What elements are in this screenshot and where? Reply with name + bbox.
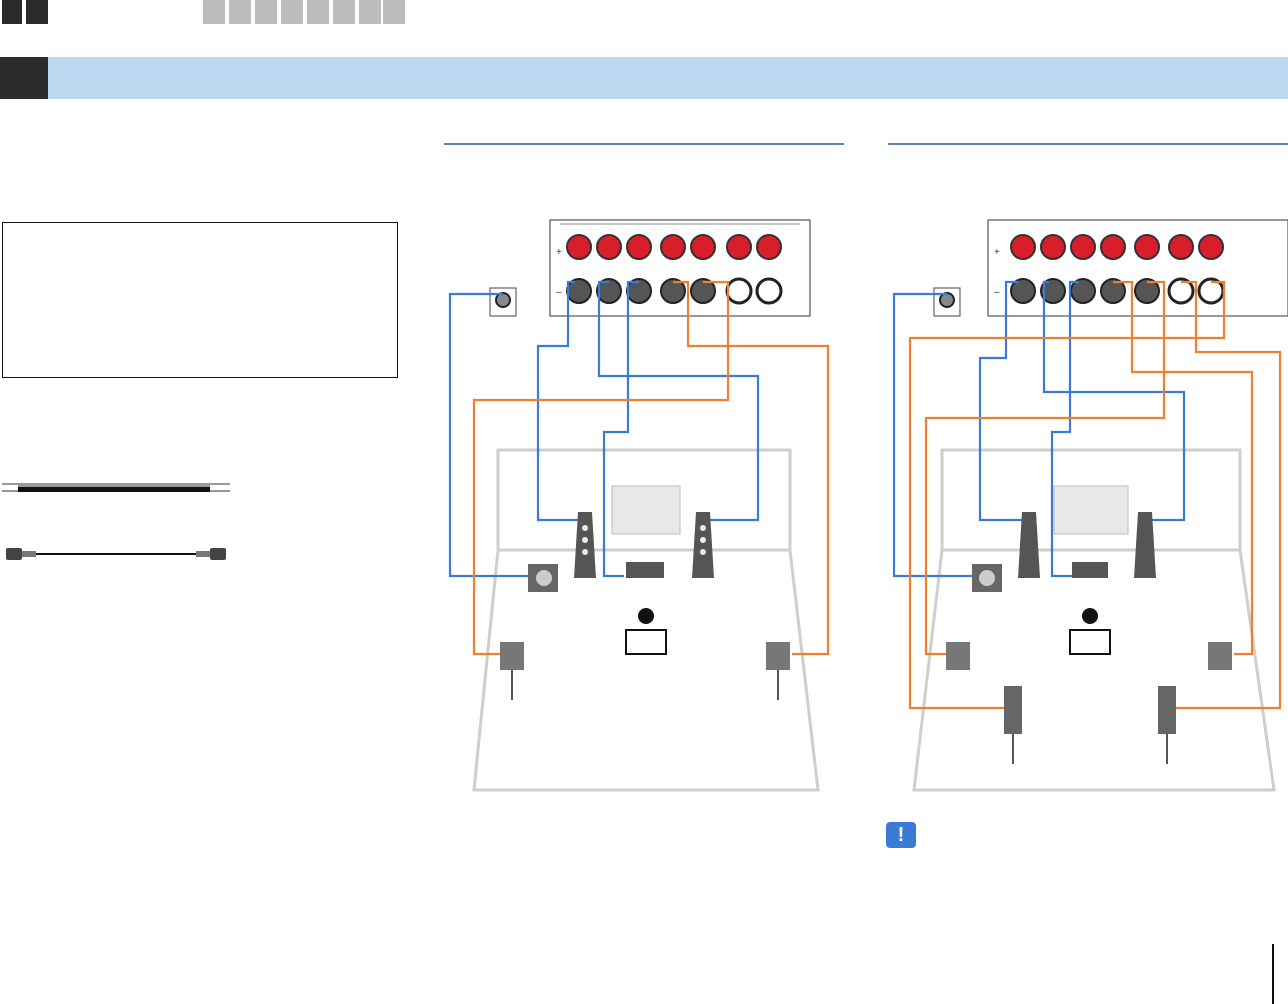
nav-tab-10[interactable]: [383, 0, 405, 24]
exclamation-icon: !: [886, 822, 916, 848]
svg-text:+: +: [556, 247, 562, 258]
nav-tab-3[interactable]: [203, 0, 225, 24]
svg-text:–: –: [556, 287, 562, 298]
left-diagram-heading-rule: [444, 143, 844, 145]
tv-screen: [611, 485, 681, 535]
nav-tab-7[interactable]: [307, 0, 329, 24]
listener-figure: [1069, 608, 1111, 655]
nav-tab-9[interactable]: [359, 0, 381, 24]
amplifier-terminal-panel: + –: [987, 219, 1288, 317]
nav-tab-2[interactable]: [26, 0, 48, 24]
center-speaker: [626, 562, 664, 578]
amplifier-terminal-panel: + –: [549, 219, 811, 317]
note-box: [2, 222, 398, 378]
listener-figure: [625, 608, 667, 655]
svg-text:+: +: [994, 247, 1000, 258]
left-speaker-wiring-diagram: + –: [448, 219, 830, 792]
page-edge-marker: [1272, 944, 1274, 1004]
surround-speaker-wires: [472, 280, 830, 656]
surround-back-speakers: [1004, 686, 1176, 764]
front-speaker-wires: [448, 280, 760, 578]
red-terminals: [566, 234, 782, 260]
tv-screen: [1053, 485, 1129, 535]
nav-tab-1[interactable]: [2, 0, 22, 24]
speaker-cable-illustration: [2, 483, 230, 492]
section-number-block: [0, 57, 48, 99]
nav-tab-8[interactable]: [333, 0, 355, 24]
section-header-band: [0, 57, 1288, 99]
right-diagram-heading-rule: [888, 143, 1288, 145]
nav-tab-6[interactable]: [281, 0, 303, 24]
nav-tab-4[interactable]: [229, 0, 251, 24]
nav-tab-5[interactable]: [255, 0, 277, 24]
right-speaker-wiring-diagram: + –: [892, 219, 1288, 792]
optical-cable-illustration: [6, 548, 226, 560]
center-speaker: [1072, 562, 1108, 578]
svg-text:–: –: [994, 287, 1000, 298]
